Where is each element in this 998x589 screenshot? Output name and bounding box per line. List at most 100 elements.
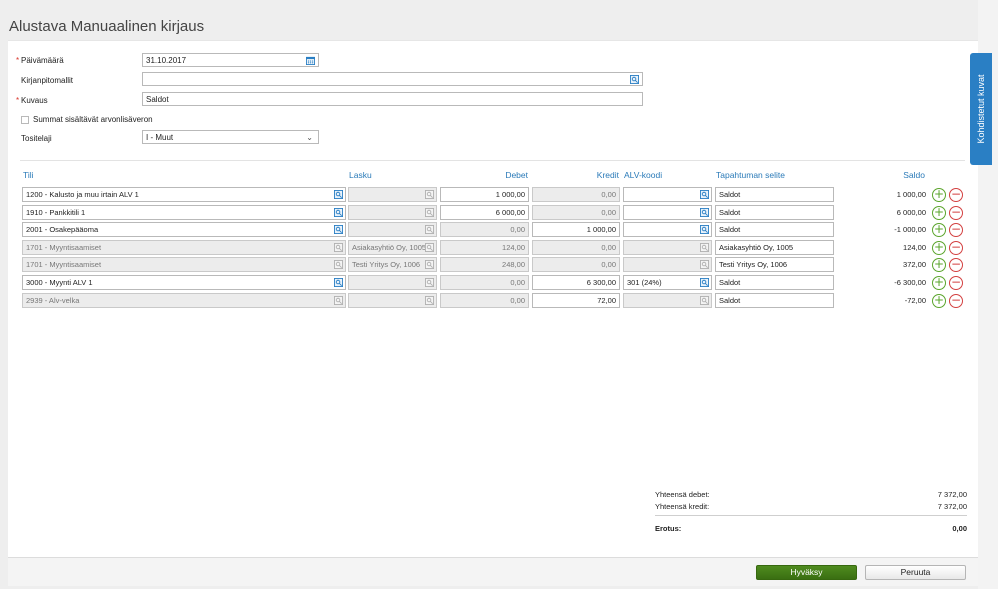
credit-field: 0,00	[532, 240, 620, 255]
column-header-credit[interactable]: Kredit	[532, 170, 619, 180]
lookup-icon[interactable]	[700, 190, 709, 199]
column-header-description[interactable]: Tapahtuman selite	[716, 170, 785, 180]
plus-circle-icon[interactable]: +	[932, 188, 946, 202]
credit-field[interactable]: 1 000,00	[532, 222, 620, 237]
cancel-button[interactable]: Peruuta	[865, 565, 966, 580]
description-field[interactable]: Saldot	[715, 222, 834, 237]
lookup-icon	[425, 208, 434, 217]
description-field[interactable]: Saldot	[715, 187, 834, 202]
lookup-icon	[425, 260, 434, 269]
debit-field[interactable]: 6 000,00	[440, 205, 529, 220]
lookup-icon[interactable]	[630, 75, 639, 84]
debit-field[interactable]: 1 000,00	[440, 187, 529, 202]
balance-value: -1 000,00	[894, 225, 926, 234]
column-header-balance[interactable]: Saldo	[870, 170, 925, 180]
total-debit-value: 7 372,00	[937, 490, 967, 499]
minus-circle-icon[interactable]: −	[949, 188, 963, 202]
debit-field-text: 0,00	[510, 225, 525, 234]
voucher-type-select[interactable]: I - Muut ⌄	[142, 130, 319, 144]
description-label: * Kuvaus	[16, 96, 48, 105]
date-label-text: Päivämäärä	[21, 56, 64, 65]
account-field-text: 2001 - Osakepääoma	[26, 225, 99, 234]
description-field-text: Saldot	[719, 190, 741, 199]
lookup-icon	[700, 260, 709, 269]
total-credit-label: Yhteensä kredit:	[655, 502, 710, 511]
vat-code-field[interactable]	[623, 205, 712, 220]
vat-code-field[interactable]: 301 (24%)	[623, 275, 712, 290]
invoice-field	[348, 187, 437, 202]
credit-field-text: 6 300,00	[586, 278, 616, 287]
lookup-icon	[334, 296, 343, 305]
credit-field-text: 0,00	[601, 260, 616, 269]
plus-circle-icon[interactable]: +	[932, 206, 946, 220]
plus-circle-icon[interactable]: +	[932, 276, 946, 290]
debit-field-text: 1 000,00	[495, 190, 525, 199]
invoice-field	[348, 222, 437, 237]
minus-circle-icon[interactable]: −	[949, 258, 963, 272]
description-field[interactable]: Saldot	[142, 92, 643, 106]
column-header-debit[interactable]: Debet	[440, 170, 528, 180]
description-field[interactable]: Saldot	[715, 275, 834, 290]
plus-circle-icon[interactable]: +	[932, 241, 946, 255]
page-title: Alustava Manuaalinen kirjaus	[9, 18, 205, 36]
description-field[interactable]: Asiakasyhtiö Oy, 1005	[715, 240, 834, 255]
vat-included-checkbox[interactable]	[21, 116, 29, 124]
account-field-text: 1701 - Myyntisaamiset	[26, 243, 102, 252]
balance-value: 1 000,00	[896, 190, 926, 199]
template-field[interactable]	[142, 72, 643, 86]
account-field[interactable]: 2001 - Osakepääoma	[22, 222, 346, 237]
lookup-icon[interactable]	[700, 225, 709, 234]
description-field[interactable]: Testi Yritys Oy, 1006	[715, 257, 834, 272]
minus-circle-icon[interactable]: −	[949, 241, 963, 255]
credit-field[interactable]: 6 300,00	[532, 275, 620, 290]
lookup-icon	[334, 243, 343, 252]
balance-value: -72,00	[904, 296, 926, 305]
vat-code-field[interactable]	[623, 222, 712, 237]
description-field[interactable]: Saldot	[715, 205, 834, 220]
difference-value: 0,00	[952, 524, 967, 533]
vat-code-field	[623, 257, 712, 272]
minus-circle-icon[interactable]: −	[949, 294, 963, 308]
invoice-field	[348, 293, 437, 308]
column-header-vat-code[interactable]: ALV-koodi	[624, 170, 662, 180]
lookup-icon[interactable]	[334, 190, 343, 199]
description-field-text: Saldot	[719, 208, 741, 217]
lookup-icon	[425, 190, 434, 199]
account-field[interactable]: 3000 - Myynti ALV 1	[22, 275, 346, 290]
vat-code-field[interactable]	[623, 187, 712, 202]
account-field[interactable]: 1200 - Kalusto ja muu irtain ALV 1	[22, 187, 346, 202]
description-label-text: Kuvaus	[21, 96, 48, 105]
minus-circle-icon[interactable]: −	[949, 206, 963, 220]
column-header-account[interactable]: Tili	[23, 170, 34, 180]
vat-code-field	[623, 293, 712, 308]
description-field[interactable]: Saldot	[715, 293, 834, 308]
approve-button[interactable]: Hyväksy	[756, 565, 857, 580]
vat-included-label: Summat sisältävät arvonlisäveron	[33, 115, 153, 124]
balance-value: -6 300,00	[894, 278, 926, 287]
plus-circle-icon[interactable]: +	[932, 294, 946, 308]
credit-field[interactable]: 72,00	[532, 293, 620, 308]
description-field-text: Saldot	[719, 278, 741, 287]
lookup-icon[interactable]	[334, 225, 343, 234]
lookup-icon[interactable]	[700, 278, 709, 287]
debit-field: 248,00	[440, 257, 529, 272]
lookup-icon[interactable]	[334, 278, 343, 287]
plus-circle-icon[interactable]: +	[932, 258, 946, 272]
minus-circle-icon[interactable]: −	[949, 223, 963, 237]
voucher-type-label: Tositelaji	[21, 134, 52, 143]
date-field[interactable]: 31.10.2017	[142, 53, 319, 67]
difference-label: Erotus:	[655, 524, 682, 533]
lookup-icon[interactable]	[334, 208, 343, 217]
account-field: 1701 - Myyntisaamiset	[22, 240, 346, 255]
account-field[interactable]: 1910 - Pankkitili 1	[22, 205, 346, 220]
minus-circle-icon[interactable]: −	[949, 276, 963, 290]
attached-images-tab[interactable]: Kohdistetut kuvat	[970, 53, 992, 165]
column-header-invoice[interactable]: Lasku	[349, 170, 372, 180]
vat-code-field-text: 301 (24%)	[627, 278, 662, 287]
plus-circle-icon[interactable]: +	[932, 223, 946, 237]
lookup-icon[interactable]	[700, 208, 709, 217]
lookup-icon	[700, 243, 709, 252]
debit-field: 0,00	[440, 222, 529, 237]
calendar-icon[interactable]	[306, 56, 315, 65]
lookup-icon	[425, 225, 434, 234]
